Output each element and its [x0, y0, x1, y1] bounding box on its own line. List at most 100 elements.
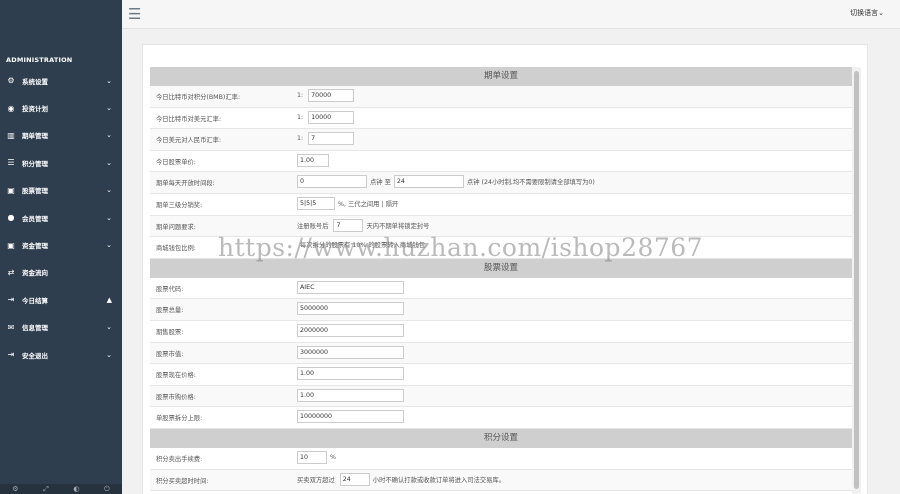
- money-icon: ▣: [7, 185, 15, 195]
- stock-market-value-input[interactable]: 3000000: [297, 345, 404, 359]
- field-label: 股票市值:: [156, 350, 184, 358]
- form-row: 今日股票单价: 1.00: [150, 150, 852, 173]
- map-icon: ▥: [7, 130, 15, 140]
- stock-current-price-input[interactable]: 1.00: [297, 367, 404, 381]
- sidebar-item-order-management[interactable]: ▥ 期单管理 ⌄: [0, 122, 122, 149]
- form-scrollbar[interactable]: [852, 67, 861, 494]
- points-sell-fee-input[interactable]: 10: [297, 450, 327, 464]
- btc-usd-rate-input[interactable]: 10000: [308, 110, 355, 124]
- form-row: 期单每天开放时间段: 0 点钟 至 24 点钟 (24小时制,均不需要限制请全部填写为…: [150, 172, 852, 194]
- language-switcher[interactable]: 切换语言⌄: [850, 8, 884, 18]
- form-row: 积分买卖超时时间: 买卖双方超过 24 小时不确认打款或收款订单将进入司法交易库。: [150, 469, 852, 492]
- stock-buy-price-input[interactable]: 1.00: [297, 388, 404, 402]
- sidebar-item-stock-management[interactable]: ▣ 股票管理 ⌄: [0, 177, 122, 204]
- stock-sold-input[interactable]: 2000000: [297, 323, 404, 337]
- stock-total-input[interactable]: 5000000: [297, 302, 404, 316]
- distribution-reward-input[interactable]: 5|5|5: [297, 196, 335, 210]
- form-row: 股票市购价格: 1.00: [150, 385, 852, 408]
- sidebar-item-label: 安全退出: [22, 351, 48, 360]
- sidebar-item-points-management[interactable]: ☰ 积分管理 ⌄: [0, 149, 122, 176]
- chevron-down-icon: ⌄: [106, 158, 112, 167]
- form-row: 股票总量: 5000000: [150, 299, 852, 321]
- sidebar-item-funds-management[interactable]: ▣ 资金管理 ⌄: [0, 231, 122, 258]
- sidebar-footer: ⚙ ⤢ ◐ ⏻: [0, 484, 122, 494]
- settings-icon[interactable]: ⚙: [12, 485, 18, 493]
- sidebar-menu: ⚙ 系统设置 ⌄ ◉ 投资计划 ⌄ ▥ 期单管理 ⌄ ☰ 积分管理 ⌄ ▣ 股票…: [0, 67, 122, 368]
- flow-icon: ⇄: [7, 267, 15, 277]
- btc-bmb-rate-input[interactable]: 70000: [308, 89, 355, 102]
- sidebar-item-label: 今日结算: [22, 296, 48, 305]
- topbar: ☰ 切换语言⌄: [122, 0, 900, 29]
- chevron-down-icon: ⌄: [106, 241, 112, 250]
- field-prefix: 注册账号后: [297, 222, 329, 230]
- form-row: 单股票拆分上限: 10000000: [150, 407, 852, 429]
- field-hint: 小时不确认打款或收款订单将进入司法交易库。: [372, 476, 506, 484]
- sidebar-item-label: 期单管理: [22, 132, 48, 141]
- usd-cny-rate-input[interactable]: 7: [308, 132, 355, 146]
- sidebar-item-daily-settlement[interactable]: ⇥ 今日结算 ▲: [0, 286, 122, 313]
- points-timeout-input[interactable]: 24: [339, 472, 370, 486]
- stock-split-limit-input[interactable]: 10000000: [297, 410, 404, 424]
- open-start-input[interactable]: 0: [297, 175, 367, 189]
- field-label: 今日股票单价:: [156, 158, 196, 166]
- chevron-down-icon: ⌄: [106, 186, 112, 195]
- cash-icon: ▣: [7, 240, 15, 250]
- list-icon: ☰: [7, 158, 15, 168]
- hide-icon[interactable]: ◐: [73, 485, 79, 493]
- field-label: 期售股票:: [156, 328, 184, 336]
- sidebar-item-investment-plan[interactable]: ◉ 投资计划 ⌄: [0, 94, 122, 121]
- field-prefix: 1:: [297, 113, 304, 121]
- sidebar-item-label: 积分管理: [22, 159, 48, 168]
- field-label: 积分买卖超时时间:: [156, 477, 209, 485]
- hamburger-menu-icon[interactable]: ☰: [128, 5, 141, 23]
- stock-code-input[interactable]: AIEC: [297, 280, 404, 294]
- field-label: 单股票拆分上限:: [156, 415, 203, 423]
- chevron-down-icon: ⌄: [106, 350, 112, 359]
- chevron-down-icon: ⌄: [106, 131, 112, 140]
- sidebar-item-message-management[interactable]: ✉ 信息管理 ⌄: [0, 314, 122, 341]
- mail-icon: ✉: [7, 322, 15, 332]
- field-hint: %, 三代之间用 | 隔开: [338, 200, 399, 208]
- sidebar-item-label: 会员管理: [22, 214, 48, 223]
- sidebar-item-funds-flow[interactable]: ⇄ 资金流向: [0, 259, 122, 286]
- chevron-down-icon: ⌄: [106, 76, 112, 85]
- sidebar-item-label: 系统设置: [22, 77, 48, 86]
- field-unit: %: [330, 453, 336, 461]
- field-prefix: 1:: [297, 92, 304, 99]
- lock-days-input[interactable]: 7: [333, 218, 364, 232]
- scrollbar-thumb[interactable]: [854, 71, 859, 489]
- sidebar-item-logout[interactable]: ⇥ 安全退出 ⌄: [0, 341, 122, 368]
- sidebar: ADMINISTRATION ⚙ 系统设置 ⌄ ◉ 投资计划 ⌄ ▥ 期单管理 …: [0, 0, 122, 494]
- exit-icon: ⇥: [7, 350, 15, 360]
- form-row: 期单三级分销奖: 5|5|5%, 三代之间用 | 隔开: [150, 193, 852, 216]
- watermark: https://www.huzhan.com/ishop28767: [218, 233, 704, 262]
- field-label: 期单三级分销奖:: [156, 201, 203, 209]
- sidebar-item-member-management[interactable]: ● 会员管理 ⌄: [0, 204, 122, 231]
- fullscreen-icon[interactable]: ⤢: [43, 485, 49, 494]
- field-label: 股票市购价格:: [156, 393, 196, 401]
- caret-up-icon: ▲: [106, 295, 112, 304]
- open-end-input[interactable]: 24: [393, 175, 464, 189]
- field-prefix: 1:: [297, 135, 304, 143]
- signout-icon: ⇥: [7, 295, 15, 305]
- field-hint: 点钟 (24小时制,均不需要限制请全部填写为0): [466, 179, 595, 187]
- field-text: 点钟 至: [370, 179, 391, 187]
- field-label: 股票现在价格:: [156, 372, 196, 380]
- form-row: 积分卖出手续费: 10%: [150, 447, 852, 470]
- sidebar-item-system-settings[interactable]: ⚙ 系统设置 ⌄: [0, 67, 122, 94]
- globe-icon: ◉: [7, 103, 15, 113]
- user-icon: ●: [7, 213, 15, 223]
- chevron-down-icon: ⌄: [106, 323, 112, 332]
- power-icon[interactable]: ⏻: [104, 485, 110, 494]
- form-row: 股票现在价格: 1.00: [150, 364, 852, 386]
- form-row: 期售股票: 2000000: [150, 320, 852, 343]
- form-row: 股票代码: AIEC: [150, 277, 852, 300]
- brand-title: ADMINISTRATION: [6, 56, 73, 64]
- stock-price-input[interactable]: 1.00: [297, 153, 329, 167]
- field-label: 期单每天开放时间段:: [156, 180, 215, 188]
- settings-form: 期单设置 今日比特币对积分(BMB)汇率: 1: 70000 今日比特币对美元汇率…: [150, 67, 852, 494]
- field-label: 商城钱包比例:: [156, 245, 196, 253]
- field-hint: 天内不期单将锁定封号: [366, 222, 430, 230]
- field-label: 股票总量:: [156, 307, 184, 315]
- form-row: 今日美元对人民币汇率: 1: 7: [150, 129, 852, 151]
